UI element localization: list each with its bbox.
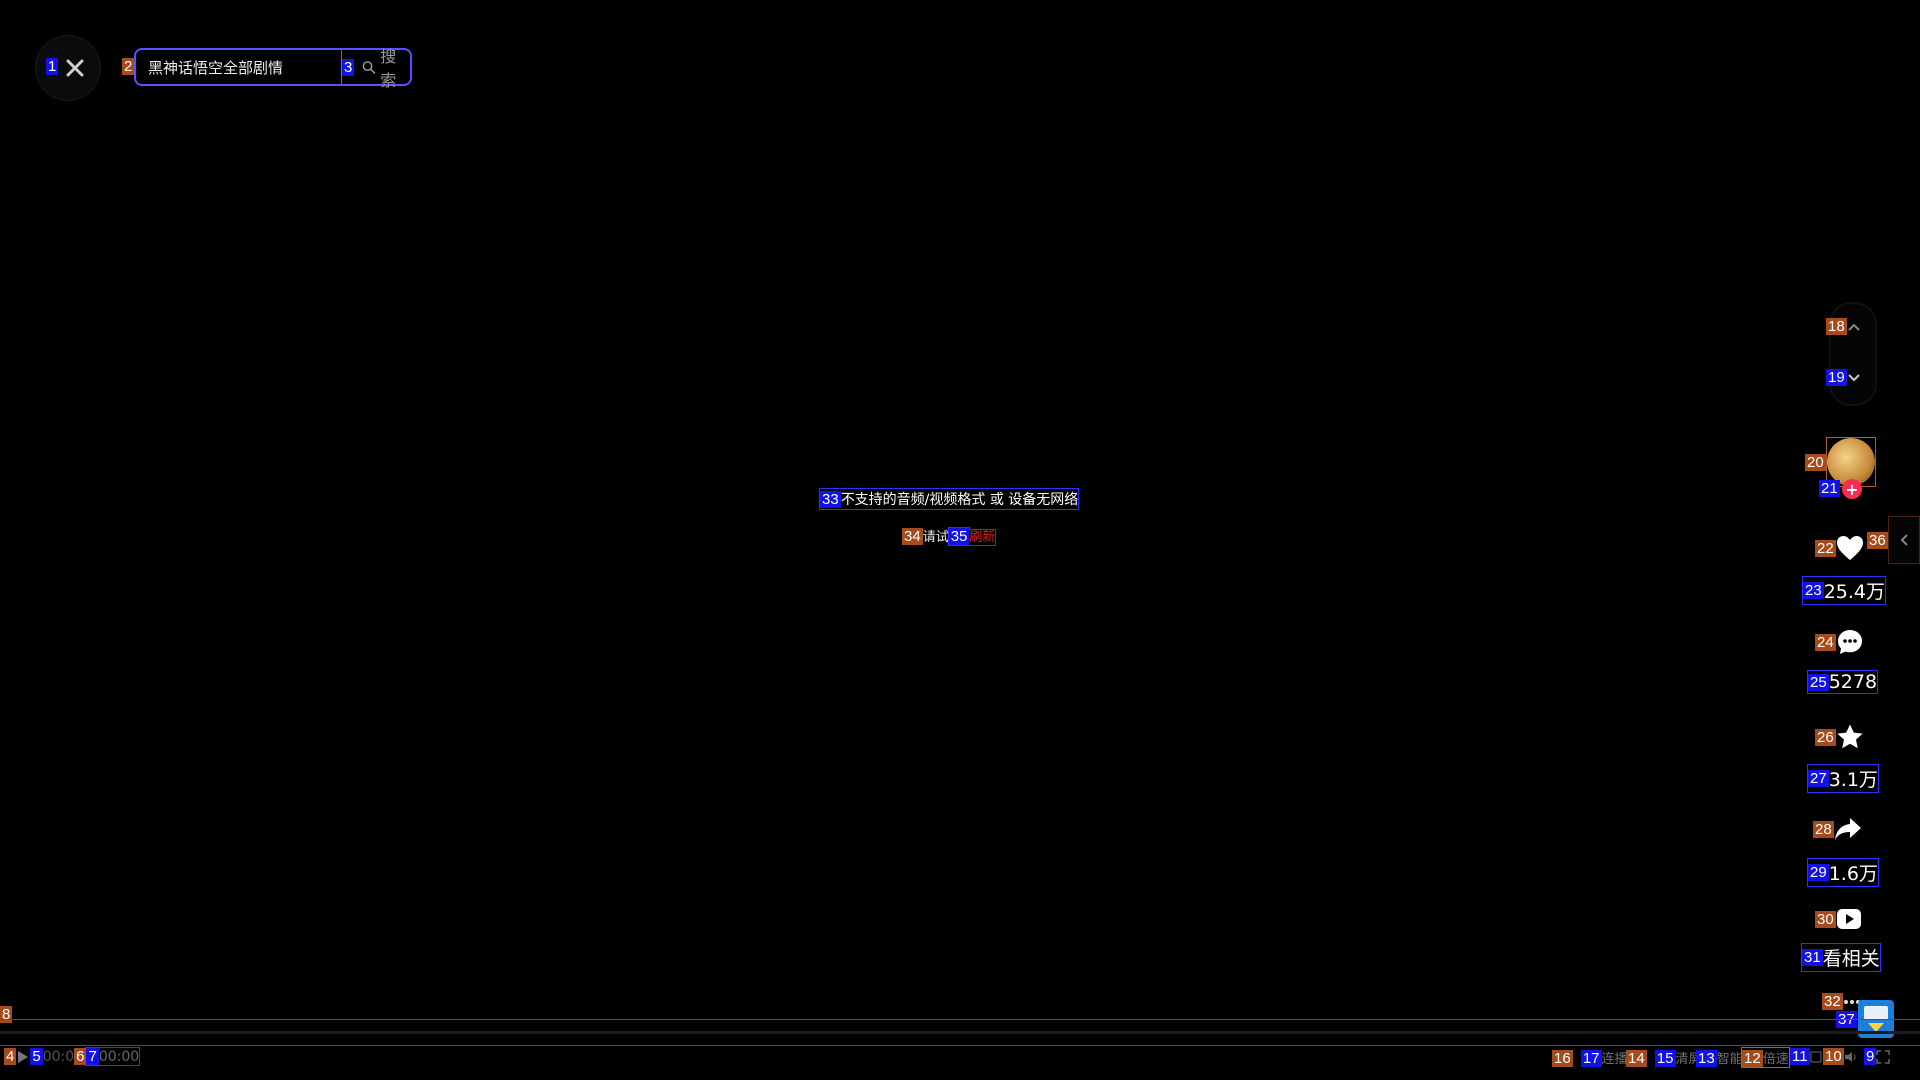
index-badge: 34 (902, 528, 923, 545)
related-label[interactable]: 31 看相关 (1801, 943, 1881, 972)
follow-button[interactable]: + (1842, 479, 1862, 499)
index-badge: 29 (1808, 864, 1829, 881)
index-badge: 20 (1805, 454, 1826, 471)
index-badge: 13 (1696, 1050, 1717, 1067)
comment-count: 25 5278 (1806, 670, 1879, 694)
index-badge: 36 (1867, 532, 1888, 549)
share-count: 29 1.6万 (1807, 858, 1879, 887)
refresh-link-label: 刷新 (969, 530, 996, 545)
index-badge: 33 (820, 491, 841, 508)
related-button[interactable]: 30 (1815, 908, 1862, 930)
comment-count-text: 5278 (1828, 671, 1878, 693)
side-panel-toggle[interactable] (1888, 516, 1920, 564)
index-badge: 28 (1813, 820, 1834, 838)
next-video-button[interactable]: 19 (1826, 369, 1861, 386)
index-badge: 10 (1823, 1048, 1844, 1065)
plus-icon: + (1845, 479, 1859, 499)
volume-icon (1844, 1051, 1856, 1062)
autoplay-toggle[interactable]: 16 17 连播 (1552, 1048, 1628, 1067)
index-badge: 30 (1815, 910, 1836, 928)
like-count: 23 25.4万 (1802, 576, 1886, 605)
favorite-button[interactable]: 26 (1815, 723, 1864, 751)
play-controls: 4 5 00:0 6 7 00:00 (4, 1047, 141, 1066)
more-button[interactable]: 32 (1822, 993, 1861, 1010)
index-badge: 22 (1815, 539, 1836, 557)
retry-line: 34 请试 35 刷新 (902, 526, 997, 546)
picture-in-picture-button[interactable]: 11 (1790, 1048, 1822, 1065)
speed-label: 倍速 (1762, 1052, 1789, 1067)
speed-button[interactable]: 12 倍速 (1741, 1047, 1790, 1068)
favorite-count-text: 3.1万 (1828, 769, 1878, 791)
search-icon (362, 60, 376, 74)
smart-label: 智能 (1716, 1052, 1743, 1067)
progress-track (0, 1031, 1920, 1034)
clear-screen-toggle[interactable]: 14 15 清屏 (1626, 1048, 1702, 1067)
retry-prefix: 请试 (922, 530, 949, 545)
search-input[interactable] (136, 50, 342, 84)
close-icon (66, 59, 84, 77)
error-message: 33 不支持的音频/视频格式 或 设备无网络 (818, 488, 1080, 510)
index-badge: 21 (1819, 480, 1840, 497)
index-badge: 25 (1808, 673, 1829, 691)
index-badge: 24 (1815, 633, 1836, 651)
index-badge: 11 (1790, 1048, 1810, 1065)
index-badge: 31 (1802, 949, 1823, 966)
total-time: 7 00:00 (85, 1047, 141, 1066)
comment-button[interactable]: 24 (1815, 628, 1864, 656)
close-button[interactable]: 1 (35, 35, 101, 101)
index-badge: 15 (1654, 1050, 1676, 1067)
play-icon[interactable] (17, 1050, 29, 1064)
refresh-link[interactable]: 35 刷新 (947, 528, 997, 546)
index-badge: 4 (4, 1048, 17, 1065)
share-icon (1834, 818, 1861, 840)
fullscreen-icon (1876, 1049, 1891, 1064)
pip-icon (1810, 1051, 1822, 1062)
smart-toggle[interactable]: 13 智能 (1696, 1048, 1743, 1067)
index-badge: 1 (46, 58, 59, 75)
index-badge: 18 (1826, 318, 1847, 335)
index-badge: 16 (1552, 1050, 1573, 1067)
play-icon (1836, 909, 1861, 929)
index-badge: 32 (1822, 993, 1843, 1010)
index-badge: 17 (1580, 1050, 1602, 1067)
index-badge: 7 (86, 1048, 99, 1065)
index-badge: 23 (1803, 582, 1824, 599)
search-button-label: 搜索 (380, 47, 397, 90)
current-time: 00:0 (42, 1048, 75, 1065)
index-badge: 3 (342, 58, 355, 76)
index-badge: 6 (74, 1048, 87, 1065)
index-badge: 12 (1742, 1050, 1763, 1067)
related-label-text: 看相关 (1822, 948, 1880, 970)
fullscreen-button[interactable]: 9 (1864, 1048, 1891, 1065)
index-badge: 5 (30, 1048, 43, 1065)
share-button[interactable]: 28 (1813, 817, 1862, 841)
index-badge: 19 (1826, 369, 1847, 386)
index-badge: 26 (1815, 728, 1836, 746)
index-badge: 9 (1864, 1048, 1877, 1065)
total-time-text: 00:00 (98, 1049, 140, 1065)
heart-icon (1836, 536, 1863, 560)
previous-video-button[interactable]: 18 (1826, 318, 1861, 335)
search-bar: 3 搜索 (134, 47, 412, 90)
index-badge: 27 (1808, 770, 1829, 787)
comment-icon (1837, 630, 1862, 654)
volume-button[interactable]: 10 (1823, 1048, 1858, 1065)
index-badge: 2 (122, 58, 135, 75)
chevron-down-icon (1847, 373, 1860, 381)
index-badge: 14 (1626, 1050, 1647, 1067)
search-button[interactable]: 3 搜索 (342, 47, 410, 90)
star-icon (1837, 724, 1863, 749)
autoplay-label: 连播 (1601, 1052, 1628, 1067)
chevron-up-icon (1847, 323, 1860, 331)
favorite-count: 27 3.1万 (1807, 764, 1879, 793)
index-badge: 35 (948, 528, 970, 545)
like-count-text: 25.4万 (1823, 581, 1885, 603)
share-count-text: 1.6万 (1828, 863, 1878, 885)
error-text: 不支持的音频/视频格式 或 设备无网络 (840, 492, 1079, 508)
chevron-left-icon (1900, 534, 1908, 546)
like-button[interactable]: 22 (1815, 535, 1864, 561)
app-icon (1864, 1006, 1888, 1020)
